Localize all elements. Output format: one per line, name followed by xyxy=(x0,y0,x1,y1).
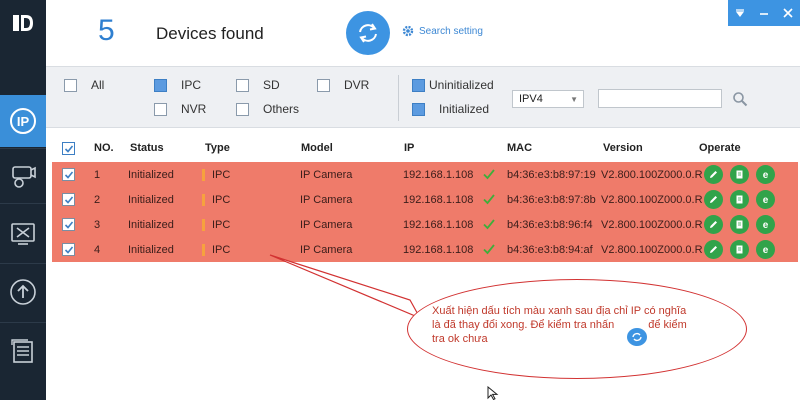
annotation-line-3: tra ok chưa xyxy=(432,333,488,345)
mouse-cursor-icon xyxy=(487,386,499,400)
annotation-refresh-icon xyxy=(627,328,647,346)
annotation-line-2b: để kiểm xyxy=(648,319,687,331)
annotation-text: Xuất hiện dấu tích màu xanh sau địa chỉ … xyxy=(432,304,700,346)
refresh-icon xyxy=(632,332,642,342)
annotation-line-1: Xuất hiện dấu tích màu xanh sau địa chỉ … xyxy=(432,305,687,317)
annotation-line-2: là đã thay đổi xong. Để kiểm tra nhấn xyxy=(432,319,615,331)
